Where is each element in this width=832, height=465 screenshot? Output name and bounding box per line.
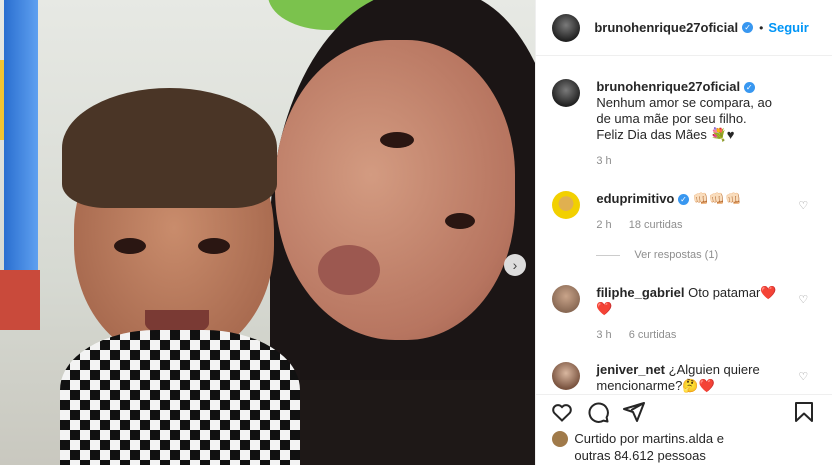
comment-item: eduprimitivo ✓ 👊🏻👊🏻👊🏻 2 h 18 curtidas ♡ [552,191,816,233]
follow-button[interactable]: Seguir [768,20,808,35]
comment-likes[interactable]: 6 curtidas [629,329,677,341]
comment-username[interactable]: jeniver_net [596,362,665,377]
comment-icon[interactable] [586,400,610,424]
child-eye-right [198,238,230,254]
comment-body: eduprimitivo ✓ 👊🏻👊🏻👊🏻 2 h 18 curtidas [596,191,786,233]
comment-like-heart-icon[interactable]: ♡ [798,370,808,383]
post-photo: › [0,0,536,465]
comment-item: jeniver_net ¿Alguien quiere mencionarme?… [552,362,816,393]
caption-body: brunohenrique27oficial ✓ Nenhum amor se … [596,79,786,169]
comment-username[interactable]: filiphe_gabriel [596,285,684,300]
photo-red-chair [0,270,40,330]
child-eye-left [114,238,146,254]
heart-icon[interactable] [550,400,574,424]
verified-badge-icon: ✓ [742,22,754,33]
comment-text: 👊🏻👊🏻👊🏻 [692,191,742,206]
child-checkered-shirt [60,330,300,465]
separator-dot: • [759,20,764,35]
comment-avatar[interactable] [552,191,581,219]
comments-list[interactable]: brunohenrique27oficial ✓ Nenhum amor se … [536,57,832,393]
liked-by-prefix: Curtido por [574,431,639,446]
author-username[interactable]: brunohenrique27oficial [594,20,738,35]
child-hair [62,88,277,208]
post-header: brunohenrique27oficial ✓ • Seguir [536,0,832,56]
bookmark-icon[interactable] [792,400,816,424]
comment-avatar[interactable] [552,362,581,390]
comment-like-heart-icon[interactable]: ♡ [798,293,808,306]
woman-eye-right [445,213,475,229]
woman-lips [318,245,380,295]
verified-badge-icon: ✓ [743,82,755,94]
liked-by-others[interactable]: outras 84.612 pessoas [574,448,706,463]
caption-line2: Feliz Dia das Mães 💐♥ [596,127,735,142]
view-replies-link[interactable]: Ver respostas (1) [596,249,718,261]
comment-meta: 3 h 6 curtidas [596,327,786,343]
caption-avatar[interactable] [552,79,581,107]
comment-item: filiphe_gabriel Oto patamar❤️❤️ 3 h 6 cu… [552,285,816,343]
liked-by-and: e [716,431,724,446]
share-icon[interactable] [622,400,646,424]
comment-username[interactable]: eduprimitivo [596,191,674,206]
caption-meta: 3 h [596,153,786,169]
caption-text: Nenhum amor se compara, ao de uma mãe po… [596,95,772,126]
comment-like-heart-icon[interactable]: ♡ [798,199,808,212]
comment-time[interactable]: 2 h [596,219,611,231]
next-image-button[interactable]: › [504,254,526,276]
liked-by-text: Curtido por martins.alda e outras 84.612… [574,430,824,464]
post-action-bar [536,394,832,429]
woman-face [275,40,515,340]
woman-shoulder [300,380,536,465]
caption-time[interactable]: 3 h [596,155,611,167]
post-modal: › brunohenrique27oficial ✓ • Seguir brun… [0,0,832,465]
chevron-right-icon: › [512,257,518,273]
liker-avatar[interactable] [552,431,569,447]
comment-time[interactable]: 3 h [596,329,611,341]
replies-divider [596,254,621,256]
view-replies-label[interactable]: Ver respostas (1) [634,249,718,261]
post-side-panel: brunohenrique27oficial ✓ • Seguir brunoh… [535,0,832,465]
comment-body: filiphe_gabriel Oto patamar❤️❤️ 3 h 6 cu… [596,285,786,343]
caption-username[interactable]: brunohenrique27oficial [596,79,740,94]
liked-by-user[interactable]: martins.alda [642,431,713,446]
comment-body: jeniver_net ¿Alguien quiere mencionarme?… [596,362,786,393]
comment-meta: 2 h 18 curtidas [596,217,786,233]
author-avatar[interactable] [552,13,581,42]
caption-item: brunohenrique27oficial ✓ Nenhum amor se … [552,79,816,169]
comment-likes[interactable]: 18 curtidas [629,219,683,231]
woman-eye-left [380,132,414,148]
photo-blue-pillar [4,0,38,290]
liked-by: Curtido por martins.alda e outras 84.612… [552,430,824,464]
verified-badge-icon: ✓ [678,194,689,206]
comment-avatar[interactable] [552,285,581,313]
